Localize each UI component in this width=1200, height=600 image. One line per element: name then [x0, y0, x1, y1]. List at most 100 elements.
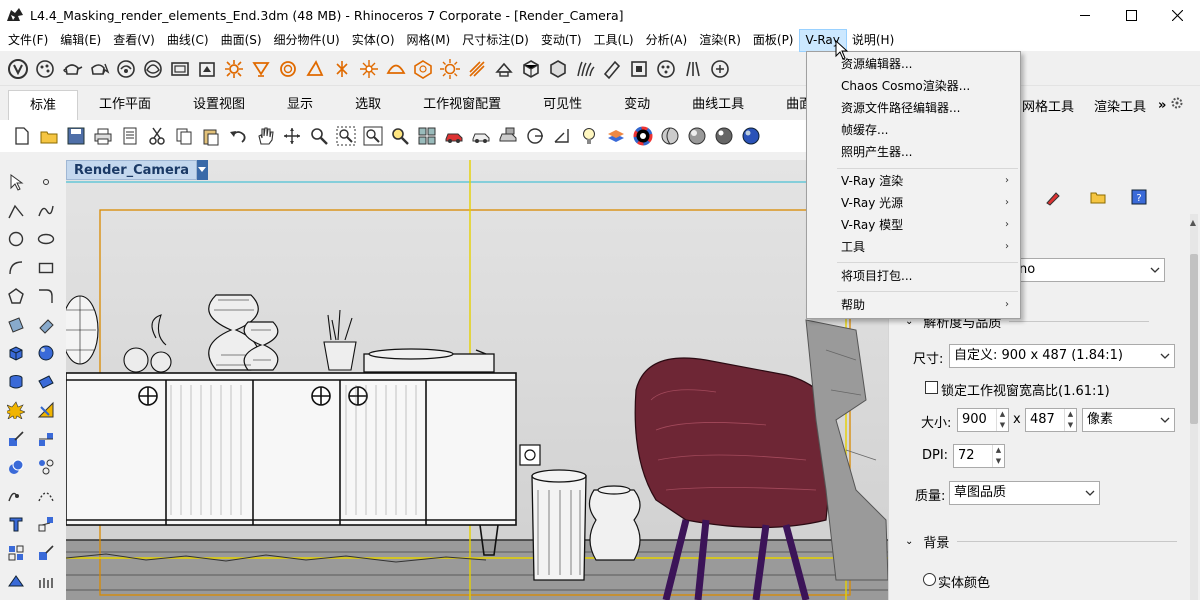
chaos-cloud-icon[interactable] — [141, 57, 165, 81]
teapot-render-icon[interactable] — [60, 57, 84, 81]
menu-item-help[interactable]: 帮助 › — [808, 294, 1019, 316]
menu-help[interactable]: 说明(H) — [846, 30, 900, 51]
tabs-overflow-chevron[interactable]: » — [1154, 98, 1170, 113]
document-properties-icon[interactable] — [118, 124, 142, 148]
render-preset-dropdown[interactable]: no — [1014, 258, 1165, 282]
trim-icon[interactable] — [34, 398, 58, 422]
light-bulb-icon[interactable] — [577, 124, 601, 148]
settings-folder-icon[interactable] — [1086, 185, 1110, 209]
new-file-icon[interactable] — [10, 124, 34, 148]
sun-light-icon[interactable] — [438, 57, 462, 81]
zoom-icon[interactable] — [307, 124, 331, 148]
viewport-title-tab[interactable]: Render_Camera — [66, 160, 208, 180]
mesh-light-icon[interactable] — [411, 57, 435, 81]
tab-visibility[interactable]: 可见性 — [522, 90, 603, 120]
analyze-icon[interactable] — [34, 541, 58, 565]
omni-light-icon[interactable] — [357, 57, 381, 81]
clipper-icon[interactable] — [600, 57, 624, 81]
tab-render-tools[interactable]: 渲染工具 — [1086, 96, 1154, 115]
extrude-surface-icon[interactable] — [34, 313, 58, 337]
ellipse-icon[interactable] — [34, 227, 58, 251]
polyline-icon[interactable] — [4, 199, 28, 223]
collapse-chevron-icon[interactable]: ⌄ — [905, 536, 913, 547]
solid-color-radio[interactable] — [923, 573, 936, 586]
physical-camera-icon[interactable] — [492, 57, 516, 81]
light-lister-icon[interactable] — [465, 57, 489, 81]
menu-mesh[interactable]: 网格(M) — [401, 30, 457, 51]
height-input[interactable]: 487 ▲ ▼ — [1025, 408, 1077, 432]
dpi-input[interactable]: 72 ▲ ▼ — [953, 444, 1005, 468]
render-camera-viewport[interactable] — [66, 160, 888, 600]
rectangle-icon[interactable] — [34, 256, 58, 280]
import-proxy-icon[interactable] — [546, 57, 570, 81]
zoom-extents-icon[interactable] — [361, 124, 385, 148]
quality-dropdown[interactable]: 草图品质 — [949, 481, 1100, 505]
surface-from-points-icon[interactable] — [4, 313, 28, 337]
zoom-selected-icon[interactable] — [388, 124, 412, 148]
copy-icon[interactable] — [172, 124, 196, 148]
fillet-curve-icon[interactable] — [34, 284, 58, 308]
menu-subd[interactable]: 细分物件(U) — [268, 30, 346, 51]
menu-item-chaos-cosmo[interactable]: Chaos Cosmo渲染器... — [808, 75, 1019, 97]
menu-transform[interactable]: 变动(T) — [535, 30, 588, 51]
panel-scrollbar[interactable] — [1190, 214, 1198, 600]
viewport-name-label[interactable]: Render_Camera — [66, 160, 197, 180]
paste-icon[interactable] — [199, 124, 223, 148]
tab-display[interactable]: 显示 — [266, 90, 334, 120]
unit-dropdown[interactable]: 像素 — [1082, 408, 1175, 432]
ies-light-icon[interactable] — [330, 57, 354, 81]
tab-select[interactable]: 选取 — [334, 90, 402, 120]
rotate-view-icon[interactable] — [280, 124, 304, 148]
box-solid-icon[interactable] — [4, 341, 28, 365]
mesh-plane-icon[interactable] — [34, 370, 58, 394]
menu-view[interactable]: 查看(V) — [107, 30, 161, 51]
snap-icon[interactable] — [523, 124, 547, 148]
hide-object-icon[interactable] — [469, 124, 493, 148]
rendered-sphere-icon[interactable] — [712, 124, 736, 148]
text-icon[interactable] — [4, 512, 28, 536]
point-icon[interactable] — [34, 170, 58, 194]
asset-editor-icon[interactable] — [33, 57, 57, 81]
dpi-spinner[interactable]: ▲ ▼ — [992, 445, 1004, 467]
wireframe-sphere-icon[interactable] — [658, 124, 682, 148]
dimension-icon[interactable] — [34, 512, 58, 536]
settings-brush-icon[interactable] — [1041, 185, 1065, 209]
menu-solid[interactable]: 实体(O) — [346, 30, 401, 51]
render-icon[interactable] — [4, 569, 28, 593]
light-gen-icon[interactable] — [195, 57, 219, 81]
undo-icon[interactable] — [226, 124, 250, 148]
lock-object-icon[interactable] — [496, 124, 520, 148]
menu-dimension[interactable]: 尺寸标注(D) — [456, 30, 535, 51]
pan-hand-icon[interactable] — [253, 124, 277, 148]
cylinder-solid-icon[interactable] — [4, 370, 28, 394]
tab-set-view[interactable]: 设置视图 — [172, 90, 266, 120]
menu-item-tools[interactable]: 工具 › — [808, 236, 1019, 258]
viewport-menu-arrow-icon[interactable] — [196, 160, 208, 180]
menu-item-frame-buffer[interactable]: 帧缓存... — [808, 119, 1019, 141]
menu-surface[interactable]: 曲面(S) — [215, 30, 268, 51]
enmesh-icon[interactable] — [708, 57, 732, 81]
sphere-light-icon[interactable] — [276, 57, 300, 81]
open-folder-icon[interactable] — [37, 124, 61, 148]
menu-item-light-gen[interactable]: 照明产生器... — [808, 141, 1019, 163]
menu-edit[interactable]: 编辑(E) — [54, 30, 107, 51]
infinite-plane-icon[interactable] — [627, 57, 651, 81]
tab-curve-tools[interactable]: 曲线工具 — [671, 90, 765, 120]
print-icon[interactable] — [91, 124, 115, 148]
width-spinner[interactable]: ▲ ▼ — [996, 409, 1008, 431]
join-icon[interactable] — [4, 484, 28, 508]
group-icon[interactable] — [34, 455, 58, 479]
frame-buffer-icon[interactable] — [168, 57, 192, 81]
menu-analyze[interactable]: 分析(A) — [640, 30, 694, 51]
settings-help-icon[interactable]: ? — [1127, 185, 1151, 209]
interactive-render-icon[interactable] — [87, 57, 111, 81]
tab-cplanes[interactable]: 工作平面 — [78, 90, 172, 120]
tab-viewport-layout[interactable]: 工作视窗配置 — [402, 90, 522, 120]
tabs-settings-icon[interactable] — [1170, 96, 1184, 114]
move-icon[interactable] — [4, 427, 28, 451]
polygon-icon[interactable] — [4, 284, 28, 308]
boolean-union-icon[interactable] — [4, 455, 28, 479]
menu-item-pack-project[interactable]: 将项目打包... — [808, 265, 1019, 287]
proxy-icon[interactable] — [519, 57, 543, 81]
rect-light-icon[interactable] — [303, 57, 327, 81]
